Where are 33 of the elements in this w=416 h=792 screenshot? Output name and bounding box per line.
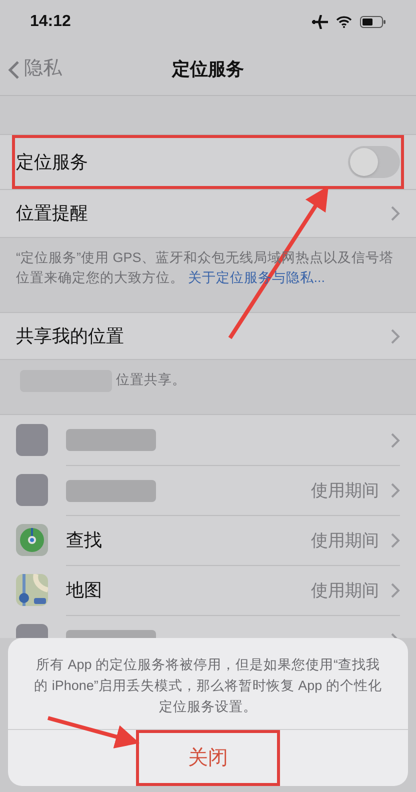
- chevron-icon: [391, 483, 400, 498]
- radar-app-icon: [16, 524, 48, 556]
- app-row[interactable]: 地图 使用期间: [0, 565, 416, 615]
- alert-message: 所有 App 的定位服务将被停用，但是如果您使用“查找我的 iPhone”启用丢失模式，那么将暂时恢复 App 的个性化定位服务设置。: [33, 656, 383, 716]
- toggle-switch[interactable]: [348, 146, 400, 178]
- footer-note: 位置共享。: [116, 371, 186, 389]
- settings-row[interactable]: 位置提醒: [0, 189, 416, 237]
- access-value: 使用期间: [311, 530, 379, 552]
- battery-icon: [360, 16, 386, 28]
- chevron-icon: [391, 583, 400, 598]
- wifi-icon: [336, 16, 352, 28]
- row-label: 位置提醒: [16, 202, 88, 225]
- chevron-icon: [391, 533, 400, 548]
- settings-row[interactable]: 共享我的位置: [0, 312, 416, 360]
- chevron-icon: [391, 206, 400, 221]
- status-time: 14:12: [30, 12, 71, 32]
- chevron-icon: [391, 432, 400, 448]
- map-app-icon: [16, 574, 48, 606]
- row-label: 共享我的位置: [16, 324, 124, 348]
- app-row[interactable]: 查找 使用期间: [0, 515, 416, 565]
- access-value: 使用期间: [311, 480, 379, 502]
- chevron-icon: [391, 328, 400, 344]
- blurred-app-icon: [16, 424, 48, 456]
- airplane-icon: [312, 15, 328, 29]
- nav-title: 定位服务: [172, 58, 244, 81]
- blurred-app-icon: [16, 474, 48, 506]
- close-button[interactable]: 关闭: [136, 730, 280, 786]
- app-name: 地图: [66, 579, 102, 602]
- access-value: 使用期间: [311, 580, 379, 602]
- app-name: 查找: [66, 529, 102, 552]
- settings-row[interactable]: 定位服务: [12, 135, 404, 189]
- row-label: 定位服务: [16, 150, 88, 174]
- back-chevron-icon: [8, 60, 20, 80]
